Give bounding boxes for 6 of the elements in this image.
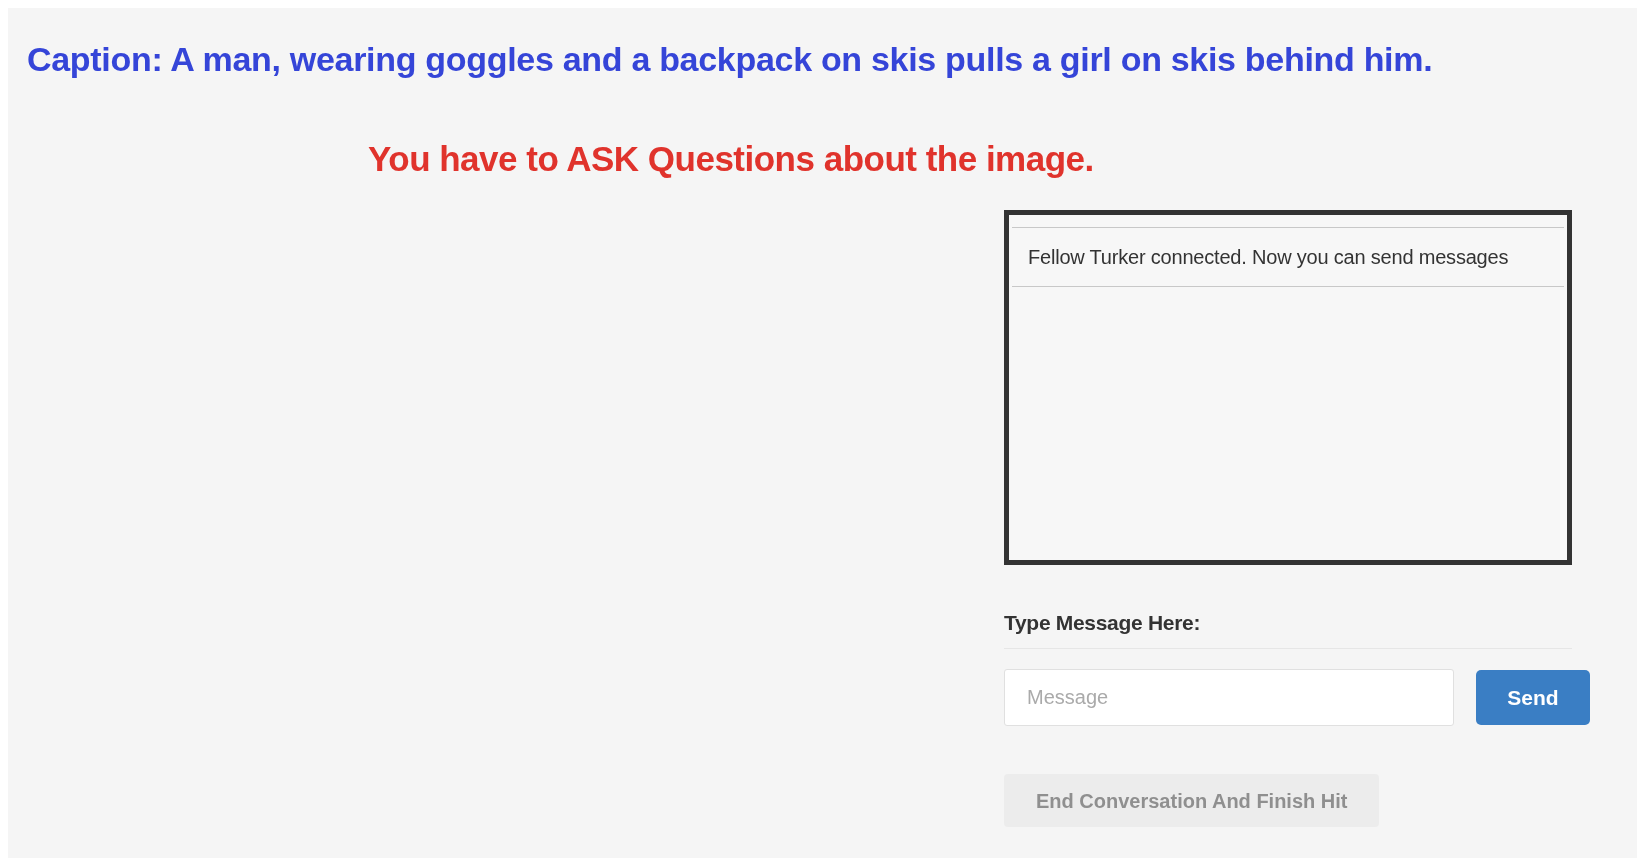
chat-message: Fellow Turker connected. Now you can send messages [1012, 226, 1564, 287]
send-button[interactable]: Send [1476, 670, 1590, 725]
message-input[interactable]: Message [1004, 669, 1454, 726]
message-label: Type Message Here: [1004, 609, 1201, 636]
instruction: You have to ASK Questions about the image. [368, 138, 1094, 180]
caption: Caption: A man, wearing goggles and a backpack on skis pulls a girl on skis behind him. [27, 39, 1433, 80]
